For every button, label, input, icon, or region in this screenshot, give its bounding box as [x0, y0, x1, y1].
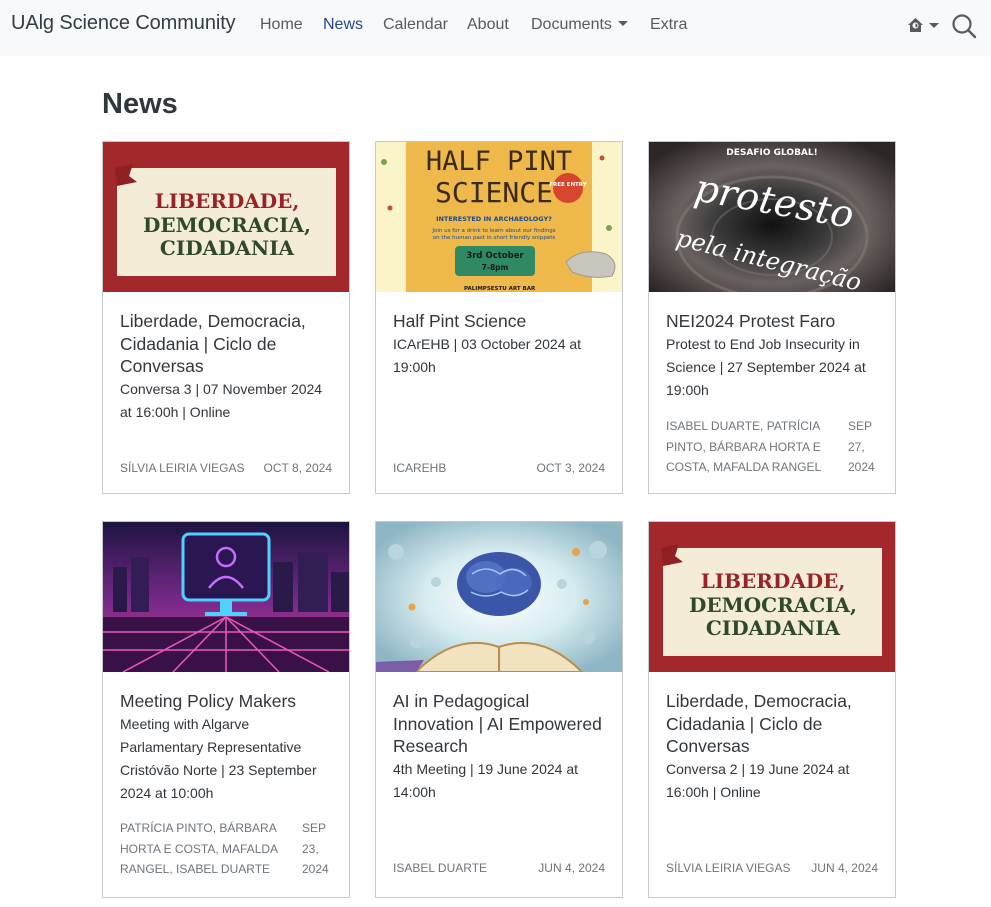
card-title[interactable]: Half Pint Science	[393, 310, 608, 333]
card-footer: Sílvia Leiria Viegas Oct 8, 2024	[120, 458, 332, 479]
card-footer: Isabel Duarte, Patrícia Pinto, Bárbara H…	[666, 416, 878, 478]
card-footer: Patrícia Pinto, Bárbara Horta e Costa, M…	[120, 818, 332, 880]
poster-time: 7-8pm	[482, 263, 509, 272]
card-description: Protest to End Job Insecurity in Science…	[666, 336, 866, 398]
banner-line-2: DEMOCRACIA,	[689, 593, 857, 617]
poster-subtitle: INTERESTED IN ARCHAEOLOGY?	[436, 215, 552, 223]
card-author: Isabel Duarte	[393, 861, 488, 875]
card-date: Jun 4, 2024	[811, 861, 878, 875]
nav-link-about[interactable]: About	[467, 16, 509, 34]
search-button[interactable]	[951, 13, 977, 39]
nav-link-documents-label: Documents	[531, 16, 612, 33]
half-pint-science-poster-image[interactable]: HALF PINT SCIENCE FREE ENTRY INTERESTED …	[376, 142, 622, 292]
card-date: Sep 23, 2024	[302, 821, 329, 876]
card-author: Isabel Duarte, Patrícia Pinto, Bárbara H…	[666, 419, 822, 474]
card-author: Sílvia Leiria Viegas	[120, 461, 245, 475]
neon-policy-makers-image[interactable]	[103, 522, 349, 672]
card-date: Oct 3, 2024	[536, 461, 605, 475]
banner-line-3: CIDADANIA	[160, 236, 295, 260]
free-entry-badge: FREE ENTRY	[549, 182, 587, 188]
brand-link[interactable]: UAlg Science Community	[11, 12, 236, 35]
card-title[interactable]: AI in Pedagogical Innovation | AI Empowe…	[393, 690, 608, 758]
card-author: Patrícia Pinto, Bárbara Horta e Costa, M…	[120, 821, 278, 876]
card-description: Meeting with Algarve Parlamentary Repres…	[120, 716, 317, 801]
news-card[interactable]: Meeting Policy Makers Meeting with Algar…	[102, 521, 350, 898]
news-card[interactable]: LIBERDADE, DEMOCRACIA, CIDADANIA Liberda…	[102, 141, 350, 494]
card-description: Conversa 3 | 07 November 2024 at 16:00h …	[120, 381, 323, 420]
poster-body-2: on the human past in short friendly snip…	[433, 235, 556, 241]
liberdade-banner-image[interactable]: LIBERDADE, DEMOCRACIA, CIDADANIA	[103, 142, 349, 292]
search-icon	[952, 14, 977, 39]
nav-link-extra[interactable]: Extra	[650, 16, 687, 34]
ai-brain-book-image[interactable]	[376, 522, 622, 672]
card-author: Sílvia Leiria Viegas	[666, 861, 791, 875]
news-card[interactable]: LIBERDADE, DEMOCRACIA, CIDADANIA Liberda…	[648, 521, 896, 898]
nav-link-calendar[interactable]: Calendar	[383, 16, 448, 34]
liberdade-banner-image[interactable]: LIBERDADE, DEMOCRACIA, CIDADANIA	[649, 522, 895, 672]
card-date: Oct 8, 2024	[263, 461, 332, 475]
card-title[interactable]: Liberdade, Democracia, Cidadania | Ciclo…	[120, 310, 335, 378]
nav-link-news[interactable]: News	[323, 16, 363, 34]
top-navbar: UAlg Science Community Home News Calenda…	[0, 0, 991, 56]
banner-line-1: LIBERDADE,	[155, 189, 300, 213]
poster-line-1: HALF PINT	[426, 146, 572, 177]
card-description: 4th Meeting | 19 June 2024 at 14:00h	[393, 761, 578, 800]
card-footer: Isabel Duarte Jun 4, 2024	[393, 858, 605, 879]
card-title[interactable]: Meeting Policy Makers	[120, 690, 335, 713]
card-description: ICArEHB | 03 October 2024 at 19:00h	[393, 336, 582, 375]
theme-dropdown-toggle[interactable]	[906, 15, 940, 37]
protesto-pela-integracao-image[interactable]: DESAFIO GLOBAL! protesto pela integração	[649, 142, 895, 292]
news-card[interactable]: HALF PINT SCIENCE FREE ENTRY INTERESTED …	[375, 141, 623, 494]
news-card[interactable]: AI in Pedagogical Innovation | AI Empowe…	[375, 521, 623, 898]
chevron-down-icon	[617, 21, 628, 27]
banner-line-1: LIBERDADE,	[701, 569, 846, 593]
poster-line-2: SCIENCE	[435, 176, 553, 209]
card-date: Jun 4, 2024	[538, 861, 605, 875]
card-title[interactable]: NEI2024 Protest Faro	[666, 310, 881, 333]
card-description: Conversa 2 | 19 June 2024 at 16:00h | On…	[666, 761, 850, 800]
nav-link-documents[interactable]: Documents	[531, 16, 628, 34]
home-theme-icon	[908, 18, 939, 32]
card-title[interactable]: Liberdade, Democracia, Cidadania | Ciclo…	[666, 690, 881, 758]
news-card[interactable]: DESAFIO GLOBAL! protesto pela integração…	[648, 141, 896, 494]
page-title: News	[102, 88, 178, 120]
poster-date: 3rd October	[466, 251, 524, 261]
card-author: ICArEHB	[393, 461, 447, 475]
card-footer: Sílvia Leiria Viegas Jun 4, 2024	[666, 858, 878, 879]
image-headline: DESAFIO GLOBAL!	[726, 148, 817, 158]
poster-body-1: Join us for a drink to learn about our f…	[431, 228, 555, 234]
poster-venue: PALIMPSESTU ART BAR	[464, 286, 536, 292]
banner-line-2: DEMOCRACIA,	[143, 213, 311, 237]
card-footer: ICArEHB Oct 3, 2024	[393, 458, 605, 479]
card-date: Sep 27, 2024	[848, 419, 875, 474]
nav-link-home[interactable]: Home	[260, 16, 303, 34]
banner-line-3: CIDADANIA	[706, 616, 841, 640]
